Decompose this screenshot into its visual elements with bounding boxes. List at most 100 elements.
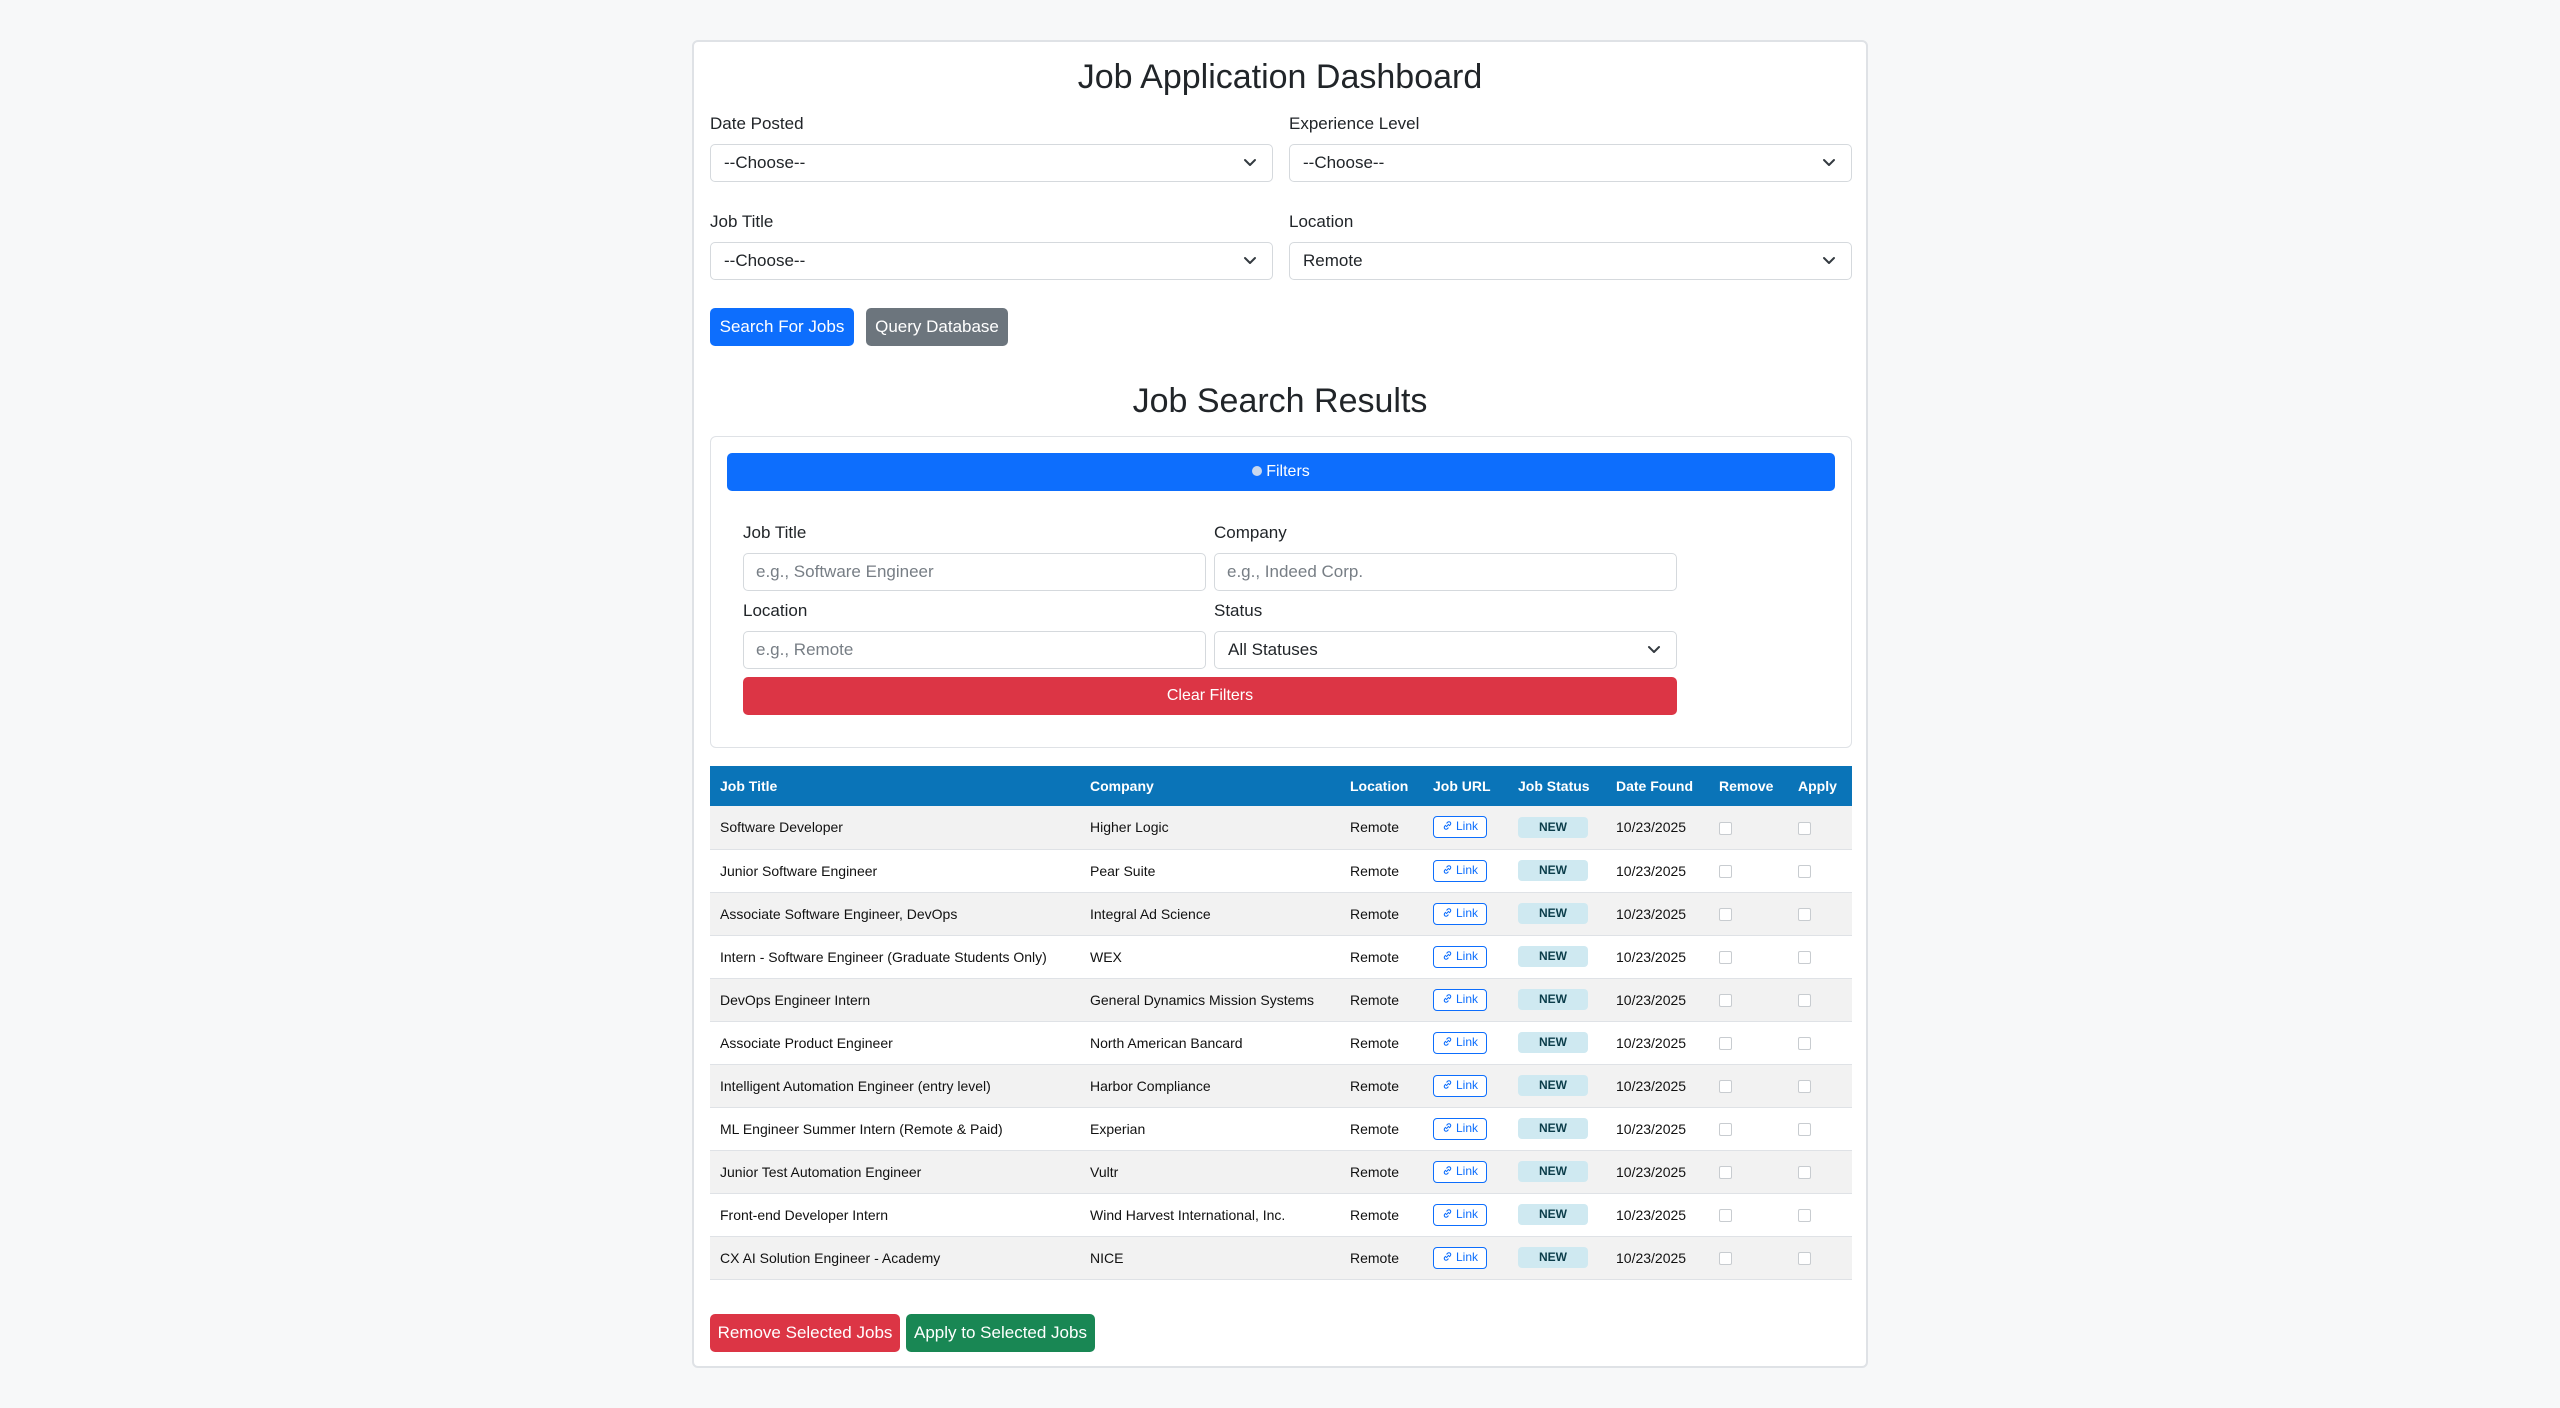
search-for-jobs-button[interactable]: Search For Jobs [710,308,854,346]
filter-job-title-input[interactable]: e.g., Software Engineer [743,553,1206,591]
cell-apply [1788,978,1852,1021]
job-link-button[interactable]: Link [1433,902,1488,925]
apply-checkbox[interactable] [1798,1123,1811,1137]
cell-apply [1788,806,1852,849]
cell-company: Integral Ad Science [1090,905,1211,922]
apply-checkbox[interactable] [1798,1252,1811,1266]
job-link-button[interactable]: Link [1433,1074,1488,1097]
remove-selected-jobs-button[interactable]: Remove Selected Jobs [710,1314,900,1352]
job-title-label: Job Title [710,212,774,231]
apply-checkbox[interactable] [1798,951,1811,965]
remove-checkbox[interactable] [1719,822,1732,836]
remove-checkbox[interactable] [1719,1123,1732,1137]
cell-apply [1788,935,1852,978]
cell-job-url: Link [1423,1236,1508,1279]
job-link-button[interactable]: Link [1433,1117,1488,1140]
apply-checkbox[interactable] [1798,1209,1811,1223]
header-job-status[interactable]: Job Status [1508,766,1606,806]
cell-apply [1788,1236,1852,1279]
cell-job-status: NEW [1508,806,1606,849]
job-link-button[interactable]: Link [1433,945,1488,968]
cell-date-found: 10/23/2025 [1616,1163,1687,1180]
job-link-button[interactable]: Link [1433,1160,1488,1183]
status-badge: NEW [1518,903,1588,924]
job-link-button[interactable]: Link [1433,1203,1488,1226]
cell-location: Remote [1350,1034,1400,1051]
location-label: Location [1289,212,1354,231]
filters-panel: Filters Job Title e.g., Software Enginee… [710,436,1852,748]
cell-company: Experian [1090,1120,1146,1137]
remove-checkbox[interactable] [1719,908,1732,922]
link-icon [1443,1165,1452,1175]
status-badge: NEW [1518,1075,1588,1096]
filters-toggle-label: Filters [1266,463,1310,480]
header-location[interactable]: Location [1340,766,1423,806]
job-link-button[interactable]: Link [1433,1246,1488,1269]
job-link-button[interactable]: Link [1433,988,1488,1011]
job-title-select[interactable]: --Choose-- [710,242,1273,280]
job-link-button[interactable]: Link [1433,816,1488,839]
apply-checkbox[interactable] [1798,1037,1811,1051]
remove-checkbox[interactable] [1719,1037,1732,1051]
cell-remove [1709,1236,1788,1279]
experience-level-select[interactable]: --Choose-- [1289,144,1852,182]
table-row: Junior Test Automation Engineer Vultr Remo… [710,1150,1852,1193]
apply-to-selected-jobs-button[interactable]: Apply to Selected Jobs [906,1314,1095,1352]
remove-checkbox[interactable] [1719,1166,1732,1180]
remove-checkbox[interactable] [1719,1209,1732,1223]
header-apply[interactable]: Apply [1788,766,1852,806]
filters-toggle-button[interactable]: Filters [727,453,1835,491]
cell-date-found: 10/23/2025 [1616,1249,1687,1266]
filter-status-select[interactable]: All Statuses [1214,631,1677,669]
query-database-button[interactable]: Query Database [866,308,1008,346]
date-posted-select[interactable]: --Choose-- [710,144,1273,182]
header-job-url[interactable]: Job URL [1423,766,1508,806]
location-select[interactable]: Remote [1289,242,1852,280]
apply-checkbox[interactable] [1798,1080,1811,1094]
cell-date-found: 10/23/2025 [1616,1077,1687,1094]
link-icon [1443,907,1452,917]
date-posted-value: --Choose-- [724,153,806,172]
experience-level-label: Experience Level [1289,114,1420,133]
link-icon [1443,1079,1452,1089]
header-date-found[interactable]: Date Found [1606,766,1709,806]
link-icon [1443,950,1452,960]
table-row: Intern - Software Engineer (Graduate Stu… [710,935,1852,978]
remove-checkbox[interactable] [1719,1080,1732,1094]
status-badge: NEW [1518,816,1588,838]
remove-checkbox[interactable] [1719,994,1732,1008]
remove-checkbox[interactable] [1719,865,1732,879]
status-badge: NEW [1518,946,1588,967]
filter-location-input[interactable]: e.g., Remote [743,631,1206,669]
table-row: Front-end Developer Intern Wind Harvest I… [710,1193,1852,1236]
cell-job-title: Associate Product Engineer [720,1034,893,1051]
header-company[interactable]: Company [1080,766,1340,806]
cell-job-url: Link [1423,892,1508,935]
cell-date-found: 10/23/2025 [1616,862,1687,879]
cell-location: Remote [1350,1077,1400,1094]
apply-checkbox[interactable] [1798,1166,1811,1180]
clear-filters-button[interactable]: Clear Filters [743,677,1677,715]
table-header-row: Job Title Company Location Job URL Job S… [710,766,1852,806]
apply-checkbox[interactable] [1798,994,1811,1008]
job-link-button[interactable]: Link [1433,859,1488,882]
apply-checkbox[interactable] [1798,865,1811,879]
filter-status-label: Status [1214,601,1263,620]
status-badge: NEW [1518,1161,1588,1182]
filter-location-label: Location [743,601,808,620]
apply-checkbox[interactable] [1798,822,1811,836]
cell-job-status: NEW [1508,1107,1606,1150]
cell-location: Remote [1350,991,1400,1008]
job-link-label: Link [1456,948,1479,963]
cell-job-title: CX AI Solution Engineer - Academy [720,1249,941,1266]
header-job-title[interactable]: Job Title [710,766,1080,806]
cell-job-url: Link [1423,935,1508,978]
apply-checkbox[interactable] [1798,908,1811,922]
cell-apply [1788,1064,1852,1107]
cell-remove [1709,849,1788,892]
remove-checkbox[interactable] [1719,1252,1732,1266]
filter-company-input[interactable]: e.g., Indeed Corp. [1214,553,1677,591]
header-remove[interactable]: Remove [1709,766,1788,806]
job-link-button[interactable]: Link [1433,1031,1488,1054]
remove-checkbox[interactable] [1719,951,1732,965]
